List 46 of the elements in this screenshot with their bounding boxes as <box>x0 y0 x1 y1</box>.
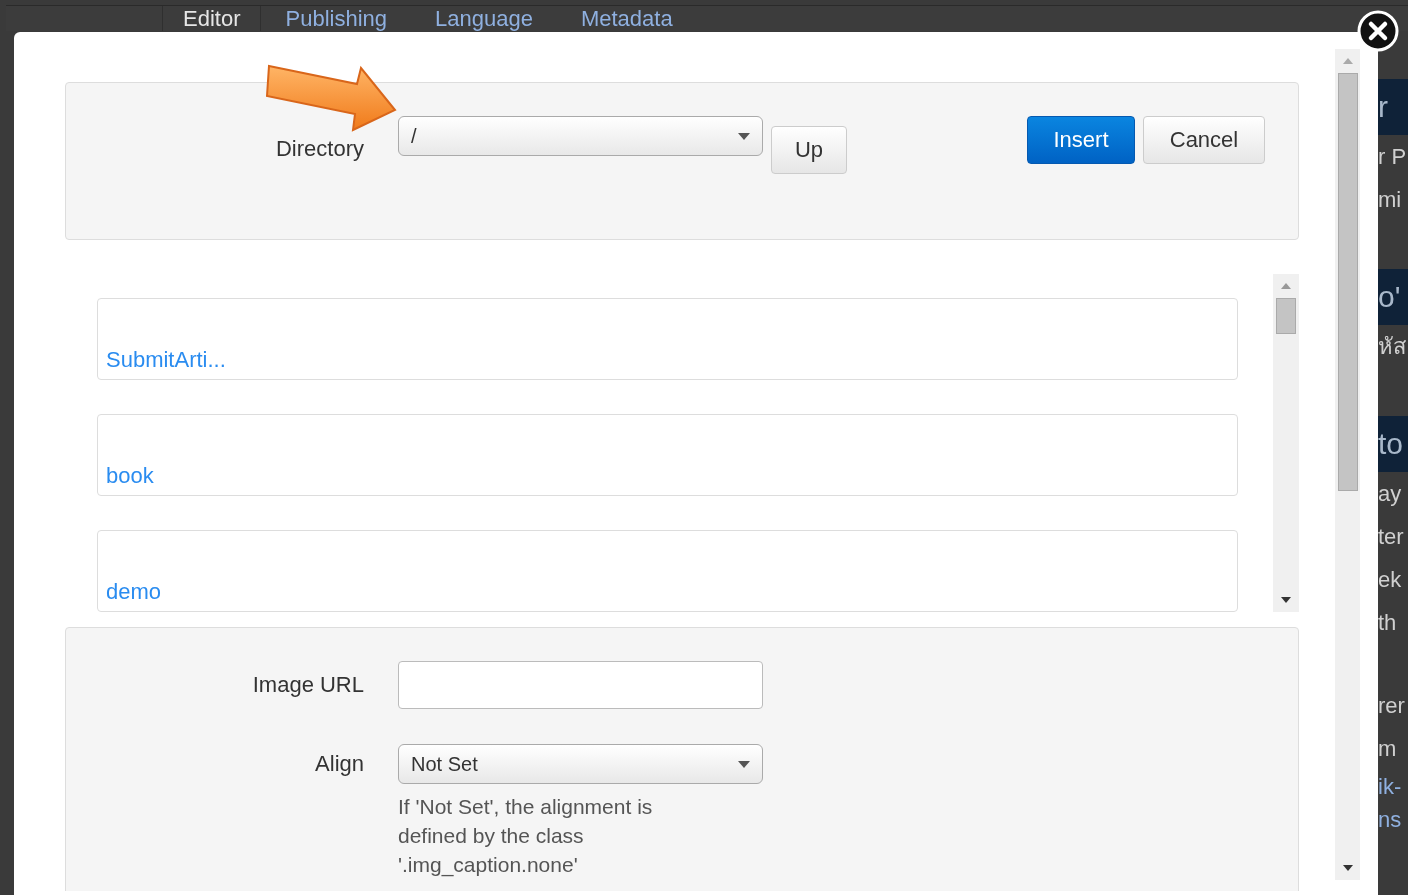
tab[interactable]: Metadata <box>556 6 697 31</box>
section-heading: r <box>1378 79 1408 135</box>
scrollbar[interactable] <box>1335 49 1360 880</box>
text: m <box>1378 735 1398 763</box>
scroll-thumb[interactable] <box>1276 298 1296 334</box>
directory-select[interactable]: / <box>398 116 763 156</box>
folder-card[interactable]: demo <box>97 530 1238 612</box>
link[interactable]: ik- <box>1378 770 1408 803</box>
folder-link[interactable]: demo <box>106 579 162 605</box>
folder-card[interactable]: SubmitArti... <box>97 298 1238 380</box>
up-button[interactable]: Up <box>771 126 847 174</box>
tab[interactable]: Publishing <box>261 6 411 31</box>
cancel-button[interactable]: Cancel <box>1143 116 1265 164</box>
caret-icon <box>738 760 750 768</box>
scroll-down-icon[interactable] <box>1281 597 1291 603</box>
text: ek <box>1378 566 1403 594</box>
folder-link[interactable]: SubmitArti... <box>106 347 226 373</box>
text: ter <box>1378 523 1405 551</box>
text: r P <box>1378 143 1408 171</box>
close-icon[interactable] <box>1356 9 1400 53</box>
tab[interactable]: Editor <box>162 6 262 31</box>
image-url-field[interactable] <box>398 661 763 709</box>
pointer-arrow-icon <box>265 62 399 134</box>
scrollbar[interactable] <box>1273 274 1299 612</box>
scroll-up-icon[interactable] <box>1281 283 1291 289</box>
text: th <box>1378 609 1398 637</box>
align-label: Align <box>314 751 364 777</box>
folder-link[interactable]: book <box>106 463 154 489</box>
tab[interactable]: Language <box>411 6 557 31</box>
align-select[interactable]: Not Set <box>398 744 763 784</box>
section-heading: to <box>1378 416 1408 472</box>
scroll-down-icon[interactable] <box>1342 865 1353 871</box>
text: หัส <box>1378 333 1407 361</box>
folder-card[interactable]: book <box>97 414 1238 496</box>
link[interactable]: ns <box>1378 803 1408 836</box>
insert-button[interactable]: Insert <box>1027 116 1135 164</box>
image-url-label: Image URL <box>251 672 364 698</box>
scroll-thumb[interactable] <box>1337 73 1358 491</box>
text: ay <box>1378 480 1403 508</box>
scroll-up-icon[interactable] <box>1342 58 1353 64</box>
text: rer <box>1378 692 1406 720</box>
align-help-text: If 'Not Set', the alignment is defined by the class '.img_caption.none' <box>398 794 654 879</box>
section-heading: o' <box>1378 269 1408 325</box>
directory-label: Directory <box>275 136 364 162</box>
caret-icon <box>738 132 750 140</box>
text: mi <box>1378 186 1403 214</box>
